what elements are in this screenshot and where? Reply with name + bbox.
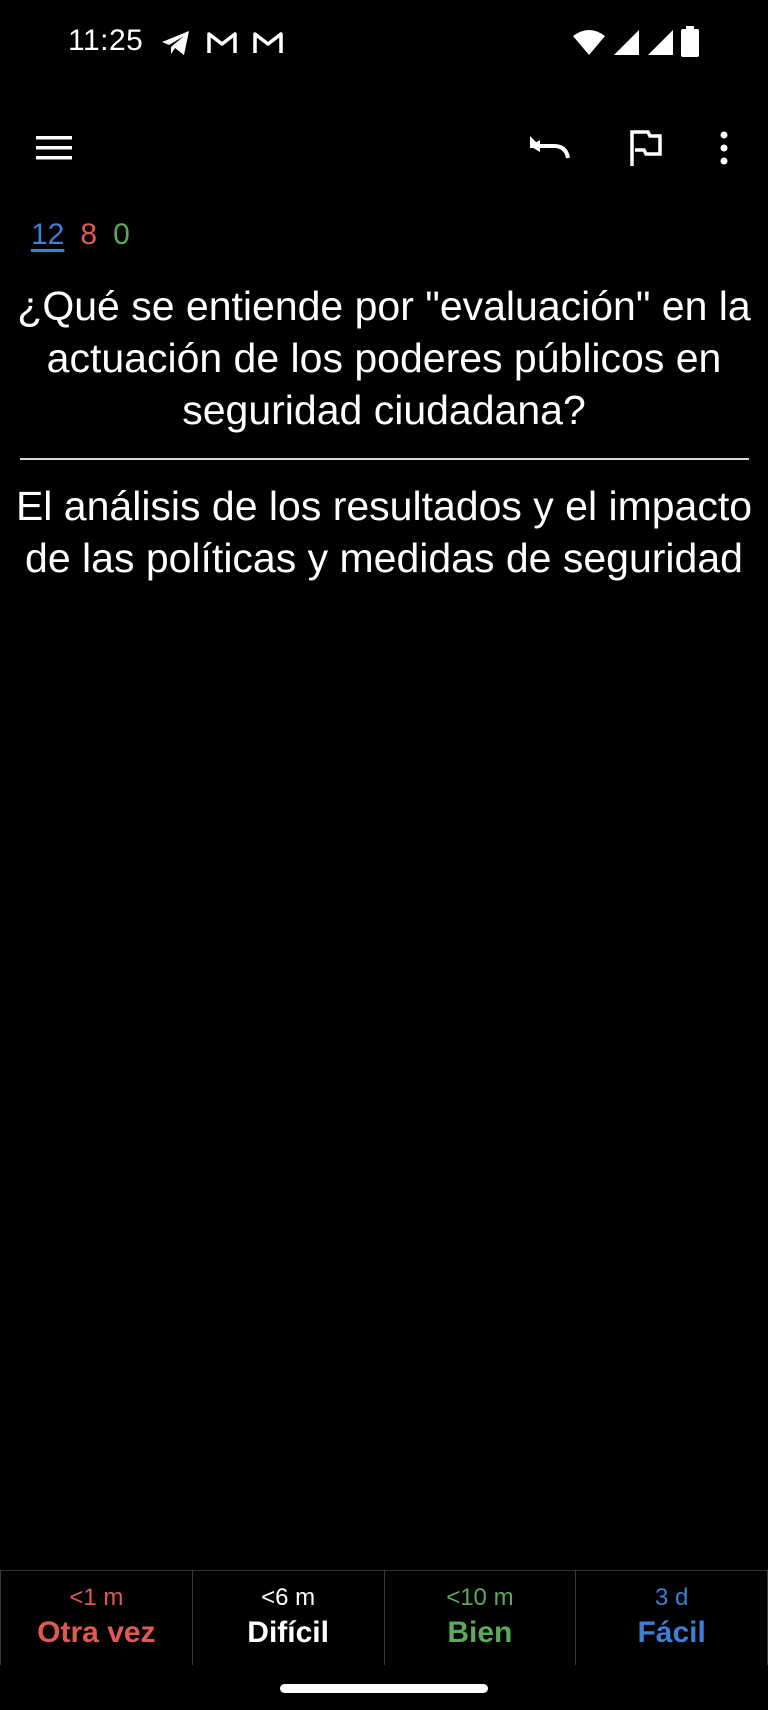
notification-icons: [160, 28, 284, 63]
card-answer: El análisis de los resultados y el impac…: [15, 483, 753, 581]
card-counts: 12 8 0: [31, 218, 130, 252]
new-count: 12: [31, 218, 65, 251]
answer-divider: [20, 458, 749, 460]
good-label: Bien: [447, 1616, 513, 1649]
status-bar: 11:25: [0, 0, 768, 90]
gmail-icon: [206, 30, 238, 61]
learning-count: 8: [80, 218, 98, 251]
easy-interval: 3 d: [654, 1584, 689, 1611]
undo-icon[interactable]: [524, 122, 576, 174]
hard-interval: <6 m: [261, 1584, 316, 1611]
system-icons: [572, 26, 700, 63]
card-question: ¿Qué se entiende por "evaluación" en la …: [17, 283, 751, 433]
again-label: Otra vez: [37, 1616, 156, 1649]
battery-icon: [680, 26, 700, 63]
more-vert-icon[interactable]: [698, 122, 750, 174]
status-time: 11:25: [68, 24, 144, 57]
easy-label: Fácil: [637, 1616, 706, 1649]
top-toolbar: [0, 112, 768, 184]
easy-button[interactable]: 3 d Fácil: [575, 1571, 768, 1665]
good-button[interactable]: <10 m Bien: [383, 1571, 576, 1665]
telegram-icon: [160, 28, 192, 63]
again-interval: <1 m: [69, 1584, 124, 1611]
wifi-icon: [572, 28, 606, 61]
hard-label: Difícil: [247, 1616, 329, 1649]
answer-buttons: <1 m Otra vez <6 m Difícil <10 m Bien 3 …: [0, 1570, 768, 1665]
signal-icon: [612, 28, 640, 61]
flag-icon[interactable]: [620, 122, 672, 174]
good-interval: <10 m: [446, 1584, 514, 1611]
gesture-nav-bar[interactable]: [280, 1684, 488, 1693]
review-count: 0: [113, 218, 130, 251]
hard-button[interactable]: <6 m Difícil: [191, 1571, 384, 1665]
signal-icon: [646, 28, 674, 61]
again-button[interactable]: <1 m Otra vez: [0, 1571, 192, 1665]
menu-icon[interactable]: [28, 122, 80, 174]
gmail-icon: [252, 30, 284, 61]
